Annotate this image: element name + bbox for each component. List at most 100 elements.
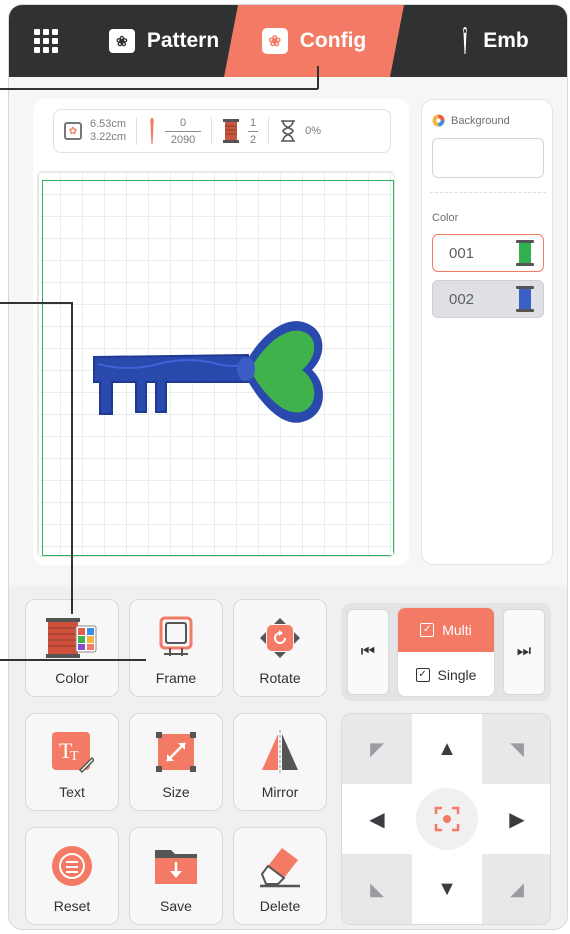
reset-icon bbox=[46, 844, 98, 888]
color-code: 002 bbox=[449, 290, 475, 308]
progress-percent: 0% bbox=[305, 125, 321, 137]
background-label-text: Background bbox=[451, 114, 510, 127]
color-item-002[interactable]: 002 bbox=[432, 280, 544, 318]
mirror-button[interactable]: Mirror bbox=[233, 713, 327, 811]
thread-spool-icon bbox=[516, 286, 534, 312]
arrow-down-left-icon: ◣ bbox=[370, 878, 384, 899]
move-down-right-button[interactable]: ◢ bbox=[482, 854, 550, 924]
move-up-left-button[interactable]: ◤ bbox=[342, 714, 412, 784]
mode-panel: ⏮ ✓ Multi ✓ Single ⏭ bbox=[341, 603, 551, 701]
arrow-down-icon: ▼ bbox=[437, 877, 457, 900]
callout-line bbox=[0, 659, 146, 661]
color-count-info: 1 2 bbox=[212, 116, 268, 146]
tab-pattern[interactable]: ❀ Pattern bbox=[89, 5, 239, 77]
design-size-icon: ✿ bbox=[64, 122, 82, 140]
arrow-up-left-icon: ◤ bbox=[370, 738, 384, 759]
callout-line bbox=[71, 302, 73, 614]
bottom-controls: Color Frame Rotate T T Text Size Mirror … bbox=[9, 585, 567, 929]
svg-text:T: T bbox=[70, 749, 79, 764]
thread-spool-icon bbox=[223, 119, 240, 143]
mirror-icon bbox=[254, 730, 306, 774]
tab-pattern-label: Pattern bbox=[146, 29, 220, 52]
hourglass-icon bbox=[281, 120, 296, 142]
config-icon: ❀ bbox=[262, 28, 288, 54]
callout-line bbox=[0, 88, 318, 90]
direction-pad: ◤ ▲ ◥ ◀ ▶ ◣ ▼ ◢ bbox=[341, 713, 551, 925]
frame-button[interactable]: Frame bbox=[129, 599, 223, 697]
arrow-up-icon: ▲ bbox=[437, 737, 457, 760]
single-mode-label: Single bbox=[437, 667, 477, 683]
reset-button[interactable]: Reset bbox=[25, 827, 119, 925]
text-icon: T T bbox=[46, 730, 98, 774]
thread-palette-icon bbox=[46, 616, 98, 660]
app-window: ❀ Pattern ❀ Config Emb ✿ 6.53cm 3.22cm 0… bbox=[8, 4, 568, 930]
rotate-button[interactable]: Rotate bbox=[233, 599, 327, 697]
tab-config[interactable]: ❀ Config bbox=[224, 5, 404, 77]
single-mode-button[interactable]: ✓ Single bbox=[398, 653, 494, 696]
key-design[interactable] bbox=[88, 312, 338, 432]
background-swatch[interactable] bbox=[432, 138, 544, 178]
flower-card-icon: ❀ bbox=[108, 29, 135, 53]
move-up-right-button[interactable]: ◥ bbox=[482, 714, 550, 784]
skip-forward-icon: ⏭ bbox=[516, 643, 532, 660]
stitch-current: 0 bbox=[180, 116, 187, 129]
save-button[interactable]: Save bbox=[129, 827, 223, 925]
text-button[interactable]: T T Text bbox=[25, 713, 119, 811]
resize-icon bbox=[150, 730, 202, 774]
needle-icon bbox=[150, 118, 154, 144]
design-info-bar: ✿ 6.53cm 3.22cm 0 2090 1 2 0% bbox=[53, 109, 391, 153]
callout-line bbox=[0, 302, 72, 304]
menu-grid-button[interactable] bbox=[9, 5, 83, 77]
delete-button[interactable]: Delete bbox=[233, 827, 327, 925]
grid-icon bbox=[34, 29, 58, 53]
size-button[interactable]: Size bbox=[129, 713, 223, 811]
move-up-button[interactable]: ▲ bbox=[412, 714, 482, 784]
tab-emb[interactable]: Emb bbox=[419, 5, 567, 77]
design-height: 3.22cm bbox=[90, 131, 127, 143]
color-fraction: 1 2 bbox=[248, 116, 259, 146]
arrow-right-icon: ▶ bbox=[509, 808, 525, 831]
eraser-icon bbox=[254, 844, 306, 888]
thread-spool-icon bbox=[516, 240, 534, 266]
mirror-button-label: Mirror bbox=[261, 784, 299, 800]
arrow-down-right-icon: ◢ bbox=[510, 878, 524, 899]
move-down-button[interactable]: ▼ bbox=[412, 854, 482, 924]
color-item-001[interactable]: 001 bbox=[432, 234, 544, 272]
center-focus-icon bbox=[416, 788, 478, 850]
skip-back-icon: ⏮ bbox=[360, 643, 376, 660]
move-left-button[interactable]: ◀ bbox=[342, 784, 412, 854]
save-button-label: Save bbox=[160, 898, 192, 914]
embroidery-canvas[interactable] bbox=[37, 171, 395, 557]
color-button-label: Color bbox=[55, 670, 89, 686]
text-button-label: Text bbox=[59, 784, 85, 800]
background-label: Background bbox=[432, 114, 510, 127]
arrow-left-icon: ◀ bbox=[369, 808, 385, 831]
arrow-up-right-icon: ◥ bbox=[510, 738, 524, 759]
hoop-frame-icon bbox=[150, 616, 202, 660]
color-label: Color bbox=[432, 212, 459, 224]
frame-button-label: Frame bbox=[155, 670, 197, 686]
design-width: 6.53cm bbox=[90, 118, 127, 130]
next-button[interactable]: ⏭ bbox=[503, 609, 545, 695]
design-preview-card: ✿ 6.53cm 3.22cm 0 2090 1 2 0% bbox=[33, 99, 409, 565]
side-divider bbox=[430, 192, 546, 193]
color-total: 2 bbox=[250, 133, 257, 146]
rotate-button-label: Rotate bbox=[259, 670, 301, 686]
tab-config-label: Config bbox=[299, 29, 367, 52]
delete-button-label: Delete bbox=[259, 898, 301, 914]
top-tab-bar: ❀ Pattern ❀ Config Emb bbox=[9, 5, 567, 77]
multi-check-icon: ✓ bbox=[420, 623, 435, 637]
color-code: 001 bbox=[449, 244, 475, 262]
previous-button[interactable]: ⏮ bbox=[347, 609, 389, 695]
tab-emb-label: Emb bbox=[483, 29, 529, 52]
callout-line bbox=[317, 66, 319, 89]
color-current: 1 bbox=[250, 116, 257, 129]
design-size-info: ✿ 6.53cm 3.22cm bbox=[54, 116, 136, 146]
move-down-left-button[interactable]: ◣ bbox=[342, 854, 412, 924]
side-panel: Background Color 001 002 bbox=[421, 99, 553, 565]
multi-mode-button[interactable]: ✓ Multi bbox=[398, 608, 494, 652]
center-button[interactable] bbox=[412, 784, 482, 854]
move-right-button[interactable]: ▶ bbox=[482, 784, 550, 854]
rotate-icon bbox=[254, 616, 306, 660]
single-check-icon: ✓ bbox=[415, 668, 430, 682]
